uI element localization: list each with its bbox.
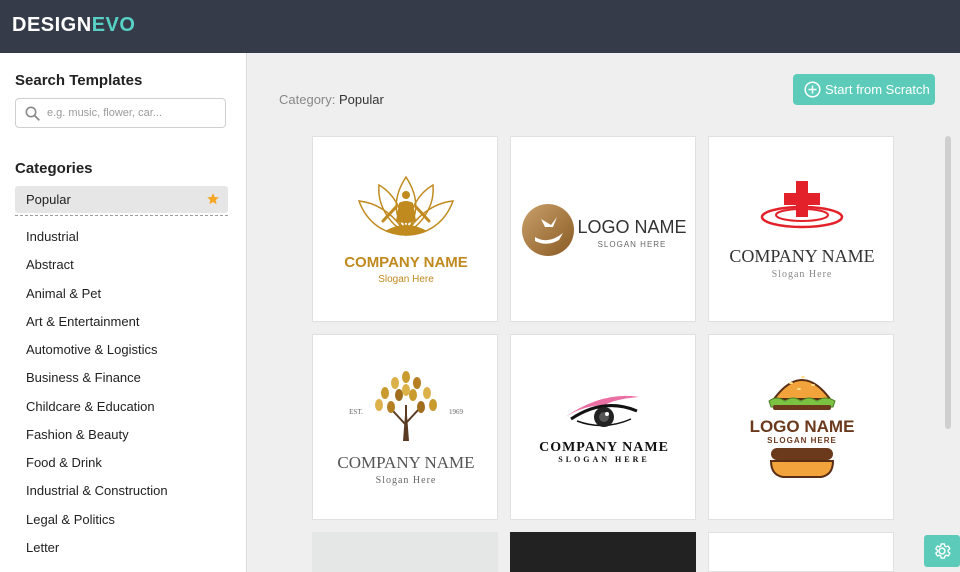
category-item-food-drink[interactable]: Food & Drink	[26, 453, 168, 481]
brand-part-1: DESIGN	[12, 14, 92, 36]
category-item-industrial-construction[interactable]: Industrial & Construction	[26, 481, 168, 509]
sidebar: Search Templates Categories Popular Indu…	[0, 53, 247, 572]
template-name: LOGO NAME	[750, 417, 855, 436]
hand-bird-logo: LOGO NAME SLOGAN HERE	[522, 204, 687, 256]
template-slogan: Slogan Here	[376, 475, 437, 486]
template-card[interactable]: LOGO NAME SLOGAN HERE	[708, 334, 894, 520]
gear-icon	[935, 543, 951, 559]
designevo-logo[interactable]: DESIGNEVO	[12, 14, 135, 37]
brand-part-2: EVO	[91, 14, 136, 36]
category-item-abstract[interactable]: Abstract	[26, 255, 168, 283]
category-item-legal-politics[interactable]: Legal & Politics	[26, 510, 168, 538]
template-card[interactable]: LOGO NAME SLOGAN HERE	[510, 136, 696, 322]
category-item-industrial[interactable]: Industrial	[26, 227, 168, 255]
template-est: EST.	[349, 408, 363, 416]
template-name: LOGO NAME	[577, 217, 686, 237]
category-item-fashion-beauty[interactable]: Fashion & Beauty	[26, 425, 168, 453]
category-list: Industrial Abstract Animal & Pet Art & E…	[26, 227, 168, 566]
medical-cross-logo: COMPANY NAME Slogan Here	[729, 181, 875, 280]
category-divider	[15, 215, 228, 216]
burger-logo: LOGO NAME SLOGAN HERE	[750, 376, 855, 478]
category-breadcrumb-label: Category:	[279, 92, 336, 107]
template-card[interactable]	[708, 532, 894, 572]
template-name: COMPANY NAME	[344, 254, 468, 271]
categories-heading: Categories	[15, 160, 93, 177]
search-templates-heading: Search Templates	[15, 72, 143, 89]
category-item-business-finance[interactable]: Business & Finance	[26, 368, 168, 396]
search-icon	[25, 106, 40, 121]
start-from-scratch-button[interactable]: Start from Scratch	[793, 74, 935, 105]
scrollbar[interactable]	[945, 136, 951, 429]
template-slogan: Slogan Here	[378, 274, 434, 285]
category-item-letter[interactable]: Letter	[26, 538, 168, 566]
plus-circle-icon	[804, 81, 821, 98]
template-card[interactable]: COMPANY NAME Slogan Here	[708, 136, 894, 322]
template-card[interactable]	[312, 532, 498, 572]
search-box[interactable]	[15, 98, 226, 128]
top-bar: DESIGNEVO	[0, 0, 960, 53]
template-card[interactable]	[510, 532, 696, 572]
template-name: COMPANY NAME	[337, 453, 474, 472]
template-slogan: SLOGAN HERE	[767, 436, 837, 445]
category-item-art-entertainment[interactable]: Art & Entertainment	[26, 312, 168, 340]
template-slogan: Slogan Here	[772, 269, 833, 280]
tree-logo: EST. 1969 COMPANY NAME Slogan Here	[337, 371, 475, 486]
category-breadcrumb-value: Popular	[339, 92, 384, 107]
star-icon	[207, 193, 219, 205]
settings-button[interactable]	[924, 535, 960, 567]
template-name: COMPANY NAME	[539, 440, 669, 455]
category-item-popular[interactable]: Popular	[15, 186, 228, 213]
template-card[interactable]: EST. 1969 COMPANY NAME Slogan Here	[312, 334, 498, 520]
template-slogan: SLOGAN HERE	[558, 455, 649, 464]
template-card[interactable]: COMPANY NAME Slogan Here	[312, 136, 498, 322]
main-panel: Category: Popular Start from Scratch COM…	[248, 53, 960, 572]
template-name: COMPANY NAME	[729, 246, 874, 266]
category-breadcrumb: Category: Popular	[279, 92, 384, 107]
category-item-automotive-logistics[interactable]: Automotive & Logistics	[26, 340, 168, 368]
category-item-animal-pet[interactable]: Animal & Pet	[26, 284, 168, 312]
lotus-yoga-logo: COMPANY NAME Slogan Here	[344, 175, 468, 285]
template-card[interactable]: COMPANY NAME SLOGAN HERE	[510, 334, 696, 520]
start-from-scratch-label: Start from Scratch	[825, 82, 930, 97]
template-slogan: SLOGAN HERE	[598, 240, 667, 249]
category-label: Popular	[26, 192, 71, 207]
category-item-childcare-education[interactable]: Childcare & Education	[26, 397, 168, 425]
template-year: 1969	[449, 408, 464, 416]
eye-logo: COMPANY NAME SLOGAN HERE	[539, 395, 669, 464]
search-input[interactable]	[47, 104, 217, 122]
